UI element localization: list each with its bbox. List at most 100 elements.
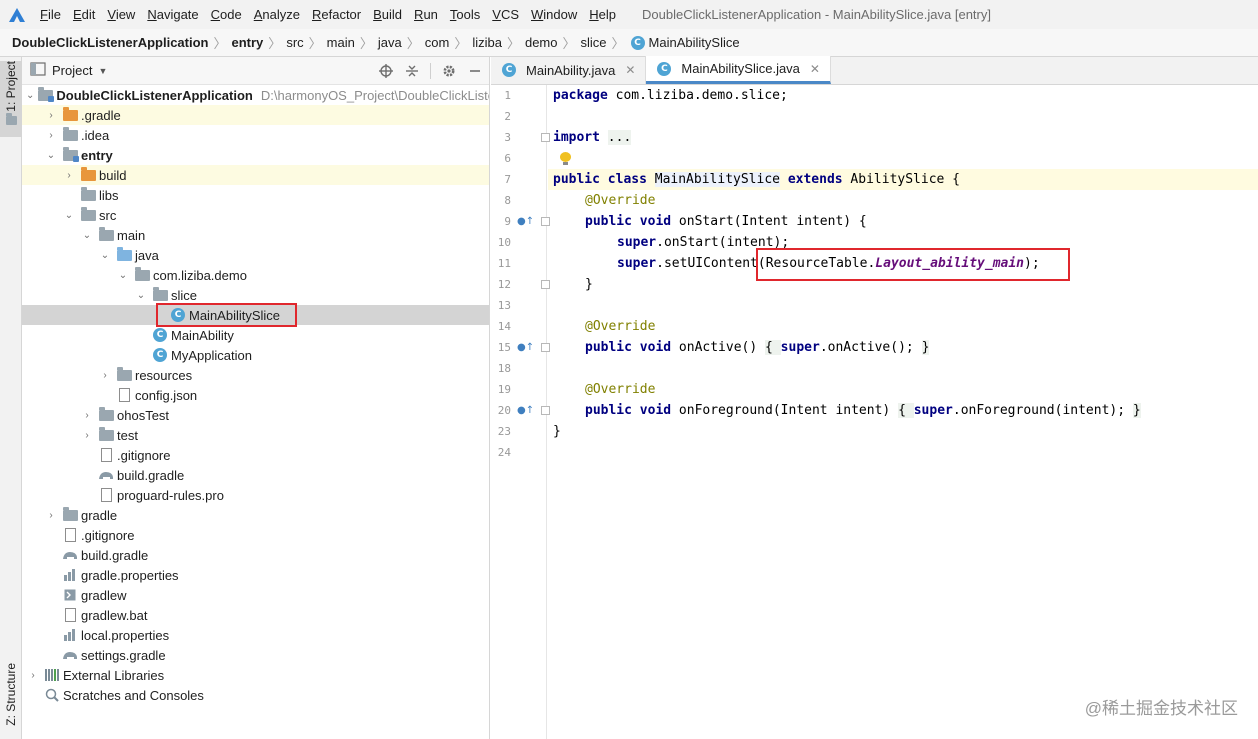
tree-item-main[interactable]: ⌄ main [22,225,489,245]
menu-build[interactable]: Build [367,0,408,29]
menu-navigate[interactable]: Navigate [141,0,204,29]
chevron-right-icon[interactable]: › [44,510,58,521]
tree-item-idea[interactable]: › .idea [22,125,489,145]
folded-imports[interactable]: ... [607,130,632,145]
menu-window[interactable]: Window [525,0,583,29]
tree-item-settings-gradle[interactable]: settings.gradle [22,645,489,665]
tree-item-java[interactable]: ⌄ java [22,245,489,265]
tree-item-local-properties[interactable]: local.properties [22,625,489,645]
tree-item-resources[interactable]: › resources [22,365,489,385]
chevron-right-icon[interactable]: › [80,430,94,441]
chevron-down-icon[interactable]: ⌄ [26,90,34,101]
toolbar-divider [430,62,431,79]
project-view-selector[interactable]: Project [52,63,92,78]
menu-edit[interactable]: Edit [67,0,101,29]
java-class-icon: C [630,35,646,51]
tree-item-test[interactable]: › test [22,425,489,445]
breadcrumb-mainabilityslice[interactable]: MainAbilitySlice [649,35,740,50]
chevron-right-icon[interactable]: › [26,670,40,681]
tree-item-slice[interactable]: ⌄ slice [22,285,489,305]
breadcrumb-project[interactable]: DoubleClickListenerApplication [12,35,208,50]
menu-analyze[interactable]: Analyze [248,0,306,29]
tree-item-gradle-dir[interactable]: › .gradle [22,105,489,125]
gear-icon[interactable] [441,63,457,79]
breadcrumb-main[interactable]: main [327,35,355,50]
structure-tool-tab[interactable]: Z: Structure [0,663,22,739]
breadcrumb-separator-icon: 〉 [213,36,227,51]
chevron-right-icon[interactable]: › [44,110,58,121]
chevron-down-icon[interactable]: ▼ [98,66,107,76]
script-file-icon [62,587,78,603]
tree-item-src[interactable]: ⌄ src [22,205,489,225]
chevron-down-icon[interactable]: ⌄ [80,230,94,241]
tree-item-ohostest[interactable]: › ohosTest [22,405,489,425]
tree-item-mainabilityslice[interactable]: C MainAbilitySlice [22,305,489,325]
fold-toggle-icon[interactable] [541,406,550,415]
breadcrumb-liziba[interactable]: liziba [472,35,502,50]
locate-file-icon[interactable] [378,63,394,79]
chevron-right-icon[interactable]: › [80,410,94,421]
override-marker-icon[interactable]: ●↑ [517,400,534,421]
breadcrumb-demo[interactable]: demo [525,35,558,50]
chevron-right-icon[interactable]: › [62,170,76,181]
tree-item-root[interactable]: ⌄ DoubleClickListenerApplication D:\harm… [22,85,489,105]
chevron-right-icon[interactable]: › [44,130,58,141]
menu-refactor[interactable]: Refactor [306,0,367,29]
collapse-all-icon[interactable] [404,63,420,79]
close-icon[interactable]: ✕ [625,63,635,77]
chevron-right-icon[interactable]: › [98,370,112,381]
override-marker-icon[interactable]: ●↑ [517,337,534,358]
code-line-9: public void onStart(Intent intent) { [585,214,867,229]
menu-file[interactable]: File [34,0,67,29]
menu-run[interactable]: Run [408,0,444,29]
tree-item-root-gitignore[interactable]: .gitignore [22,525,489,545]
hide-panel-icon[interactable] [467,63,483,79]
breadcrumb-src[interactable]: src [286,35,303,50]
breadcrumb-java[interactable]: java [378,35,402,50]
fold-toggle-icon[interactable] [541,217,550,226]
tree-item-scratches[interactable]: Scratches and Consoles [22,685,489,705]
chevron-down-icon[interactable]: ⌄ [134,290,148,301]
tab-mainabilityslice-java[interactable]: C MainAbilitySlice.java ✕ [646,56,831,84]
tree-item-package[interactable]: ⌄ com.liziba.demo [22,265,489,285]
tree-item-root-build-gradle[interactable]: build.gradle [22,545,489,565]
java-class-icon: C [656,61,672,77]
tree-item-external-libraries[interactable]: › External Libraries [22,665,489,685]
tree-item-build[interactable]: › build [22,165,489,185]
menu-help[interactable]: Help [583,0,622,29]
close-icon[interactable]: ✕ [810,62,820,76]
breadcrumb-slice[interactable]: slice [581,35,607,50]
tree-item-mainability[interactable]: C MainAbility [22,325,489,345]
chevron-down-icon[interactable]: ⌄ [62,210,76,221]
tree-item-gradlew[interactable]: gradlew [22,585,489,605]
source-folder-icon [116,246,132,263]
chevron-down-icon[interactable]: ⌄ [44,150,58,161]
chevron-down-icon[interactable]: ⌄ [116,270,130,281]
tree-item-config-json[interactable]: config.json [22,385,489,405]
fold-toggle-icon[interactable] [541,280,550,289]
tree-item-libs[interactable]: libs [22,185,489,205]
chevron-down-icon[interactable]: ⌄ [98,250,112,261]
tree-item-entry-build-gradle[interactable]: build.gradle [22,465,489,485]
tab-mainability-java[interactable]: C MainAbility.java ✕ [491,56,647,84]
tree-item-entry-gitignore[interactable]: .gitignore [22,445,489,465]
tree-item-gradle-properties[interactable]: gradle.properties [22,565,489,585]
tree-item-gradlew-bat[interactable]: gradlew.bat [22,605,489,625]
tree-item-myapplication[interactable]: C MyApplication [22,345,489,365]
fold-toggle-icon[interactable] [541,343,550,352]
tree-item-entry[interactable]: ⌄ entry [22,145,489,165]
resources-folder-icon [116,366,132,383]
fold-toggle-icon[interactable] [541,133,550,142]
breadcrumb-entry[interactable]: entry [232,35,264,50]
menu-view[interactable]: View [101,0,141,29]
tree-item-gradle[interactable]: › gradle [22,505,489,525]
code-area[interactable]: 1 2 3 6 7 8 9 10 11 12 13 14 15 18 19 20… [491,85,1258,739]
menu-tools[interactable]: Tools [444,0,486,29]
tree-item-proguard[interactable]: proguard-rules.pro [22,485,489,505]
menu-vcs[interactable]: VCS [486,0,525,29]
override-marker-icon[interactable]: ●↑ [517,211,534,232]
project-tool-tab[interactable]: 1: Project [0,61,22,137]
lightbulb-icon[interactable] [560,152,571,165]
breadcrumb-com[interactable]: com [425,35,450,50]
menu-code[interactable]: Code [205,0,248,29]
